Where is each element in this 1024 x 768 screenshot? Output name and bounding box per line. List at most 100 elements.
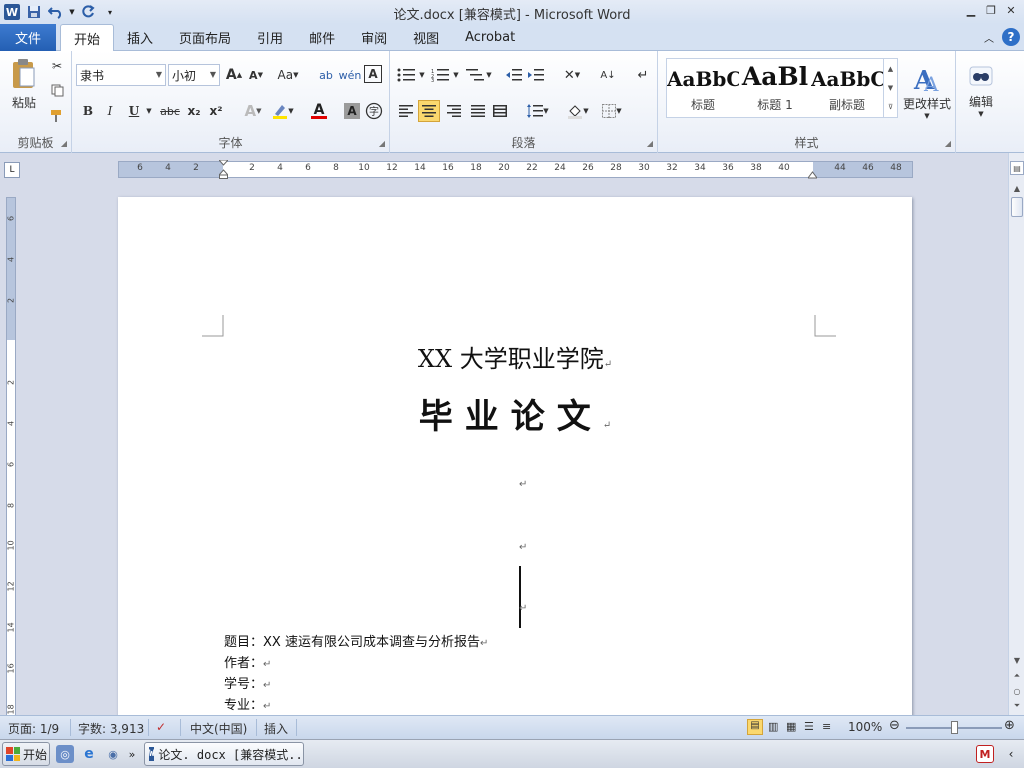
format-painter-icon[interactable] xyxy=(48,107,66,125)
superscript-button[interactable]: x² xyxy=(206,101,226,121)
zoom-slider-thumb[interactable] xyxy=(951,721,958,734)
tab-selector-icon[interactable]: L xyxy=(4,162,20,178)
view-ruler-icon[interactable]: ▤ xyxy=(1010,161,1024,175)
scroll-down-icon[interactable]: ▼ xyxy=(1010,653,1024,667)
insert-mode[interactable]: 插入 xyxy=(264,720,288,737)
font-family-select[interactable]: 隶书 ▼ xyxy=(76,64,166,86)
font-color-icon[interactable]: A xyxy=(306,101,332,121)
copy-icon[interactable] xyxy=(48,81,66,99)
word-count[interactable]: 字数: 3,913 xyxy=(78,720,144,737)
style-title[interactable]: AaBbC 标题 xyxy=(667,59,739,117)
asian-layout-icon[interactable]: ✕ ▼ xyxy=(558,65,586,85)
increase-indent-icon[interactable] xyxy=(526,65,546,85)
paste-button[interactable]: 粘贴 xyxy=(6,55,42,113)
tab-mailings[interactable]: 邮件 xyxy=(296,24,348,51)
outline-icon[interactable]: ☰ xyxy=(804,720,814,733)
strikethrough-button[interactable]: abc xyxy=(158,101,182,121)
font-size-select[interactable]: 小初 ▼ xyxy=(168,64,220,86)
print-layout-icon[interactable]: ▤ xyxy=(747,719,763,735)
tab-file[interactable]: 文件 xyxy=(0,24,56,51)
shading-icon[interactable]: ▼ xyxy=(564,101,592,121)
language-indicator[interactable]: 中文(中国) xyxy=(190,720,247,737)
change-styles-button[interactable]: AA 更改样式 ▼ xyxy=(900,57,954,127)
restore-icon[interactable]: ❐ xyxy=(982,2,1000,18)
tray-expand-icon[interactable]: ‹ xyxy=(1002,745,1020,763)
tab-review[interactable]: 审阅 xyxy=(348,24,400,51)
tab-home[interactable]: 开始 xyxy=(60,24,115,52)
editing-button[interactable]: 编辑 ▼ xyxy=(964,57,998,125)
numbering-icon[interactable]: 1 2 3 ▼ xyxy=(430,65,460,85)
bold-button[interactable]: B xyxy=(78,101,98,121)
quicklaunch-media-icon[interactable]: ◉ xyxy=(104,745,122,763)
enclose-char-icon[interactable]: 字 xyxy=(364,101,384,121)
style-subtitle[interactable]: AaBbC 副标题 xyxy=(811,59,883,117)
more-styles-icon[interactable]: ⊽ xyxy=(888,103,893,111)
internet-explorer-icon[interactable]: e xyxy=(80,745,98,763)
proofing-icon[interactable]: ✓ xyxy=(156,720,166,734)
italic-button[interactable]: I xyxy=(100,101,120,121)
web-layout-icon[interactable]: ▦ xyxy=(786,720,796,733)
align-center-icon[interactable] xyxy=(418,100,440,122)
borders-icon[interactable]: ▼ xyxy=(598,101,626,121)
right-indent-marker-icon[interactable] xyxy=(807,168,818,179)
text-effects-icon[interactable]: A ▼ xyxy=(240,101,266,121)
indent-marker-icon[interactable] xyxy=(217,159,230,179)
multilevel-list-icon[interactable]: ▼ xyxy=(464,65,494,85)
cut-icon[interactable]: ✂ xyxy=(48,57,66,75)
styles-launcher-icon[interactable]: ◢ xyxy=(945,139,951,148)
change-case-button[interactable]: Aa ▼ xyxy=(274,65,302,85)
tab-insert[interactable]: 插入 xyxy=(114,24,166,51)
full-screen-reading-icon[interactable]: ▥ xyxy=(768,720,778,733)
justify-icon[interactable] xyxy=(468,101,488,121)
start-button[interactable]: 开始 xyxy=(2,742,50,766)
underline-button[interactable]: U xyxy=(124,101,144,121)
tab-acrobat[interactable]: Acrobat xyxy=(452,24,528,51)
shrink-font-button[interactable]: A ▼ xyxy=(246,65,266,85)
sort-icon[interactable]: A↓ xyxy=(598,65,618,85)
zoom-in-icon[interactable]: ⊕ xyxy=(1004,718,1015,733)
bullets-icon[interactable]: ▼ xyxy=(396,65,426,85)
draft-icon[interactable]: ≡ xyxy=(822,720,831,733)
grow-font-button[interactable]: A ▲ xyxy=(224,65,244,85)
minimize-ribbon-icon[interactable]: ︿ xyxy=(984,30,994,45)
minimize-icon[interactable]: ▁ xyxy=(962,2,980,18)
scroll-up-icon[interactable]: ▲ xyxy=(1010,181,1024,195)
next-page-icon[interactable]: ⏷ xyxy=(1010,699,1024,713)
zoom-out-icon[interactable]: ⊖ xyxy=(889,718,900,733)
document-page[interactable]: XX 大学职业学院↵ 毕业论文↵ ↵ ↵ ↵ 题目：XX 速运有限公司成本调查与… xyxy=(118,197,912,715)
paragraph-launcher-icon[interactable]: ◢ xyxy=(647,139,653,148)
align-right-icon[interactable] xyxy=(444,101,464,121)
underline-dropdown-icon[interactable]: ▼ xyxy=(144,101,154,121)
char-border-icon[interactable]: A xyxy=(364,65,382,83)
clear-format-icon[interactable]: wén xyxy=(339,65,362,85)
align-left-icon[interactable] xyxy=(396,101,416,121)
decrease-indent-icon[interactable] xyxy=(504,65,524,85)
clipboard-launcher-icon[interactable]: ◢ xyxy=(61,139,67,148)
quicklaunch-app-icon[interactable]: ◎ xyxy=(56,745,74,763)
highlight-icon[interactable]: ▼ xyxy=(270,101,296,121)
more-quicklaunch-icon[interactable]: » xyxy=(126,745,138,763)
document-area[interactable]: 6 4 2 2 4 6 8 10 12 14 16 18 XX 大学职业学院↵ 毕业论文↵ ↵ ↵ ↵… xyxy=(0,183,1008,715)
styles-scroll[interactable]: ▲ ▼ ⊽ xyxy=(883,59,897,117)
scroll-thumb[interactable] xyxy=(1011,197,1023,217)
previous-page-icon[interactable]: ⏶ xyxy=(1010,669,1024,683)
tab-page-layout[interactable]: 页面布局 xyxy=(166,24,244,51)
horizontal-ruler[interactable]: 6 4 2 2 4 6 8 10 12 14 16 18 20 22 24 26 28 30 32 34 36 38 40 4… xyxy=(118,159,913,179)
distributed-icon[interactable] xyxy=(490,101,510,121)
vertical-ruler[interactable]: 6 4 2 2 4 6 8 10 12 14 16 18 xyxy=(6,197,16,715)
chevron-up-icon[interactable]: ▲ xyxy=(888,65,893,73)
font-launcher-icon[interactable]: ◢ xyxy=(379,139,385,148)
tab-view[interactable]: 视图 xyxy=(400,24,452,51)
subscript-button[interactable]: x₂ xyxy=(184,101,204,121)
browse-object-icon[interactable]: ○ xyxy=(1010,684,1024,698)
zoom-level[interactable]: 100% xyxy=(848,720,882,734)
vertical-scrollbar[interactable]: ▤ ▲ ▼ ⏶ ○ ⏷ xyxy=(1008,153,1024,715)
line-spacing-icon[interactable]: ▼ xyxy=(524,101,552,121)
page-count[interactable]: 页面: 1/9 xyxy=(8,720,59,737)
pinyin-guide-icon[interactable]: ab xyxy=(316,65,336,85)
tray-m-icon[interactable]: M xyxy=(976,745,994,763)
chevron-down-icon[interactable]: ▼ xyxy=(888,84,893,92)
close-icon[interactable]: ✕ xyxy=(1002,2,1020,18)
help-icon[interactable]: ? xyxy=(1002,28,1020,46)
style-heading-1[interactable]: AaBl 标题 1 xyxy=(739,59,811,117)
